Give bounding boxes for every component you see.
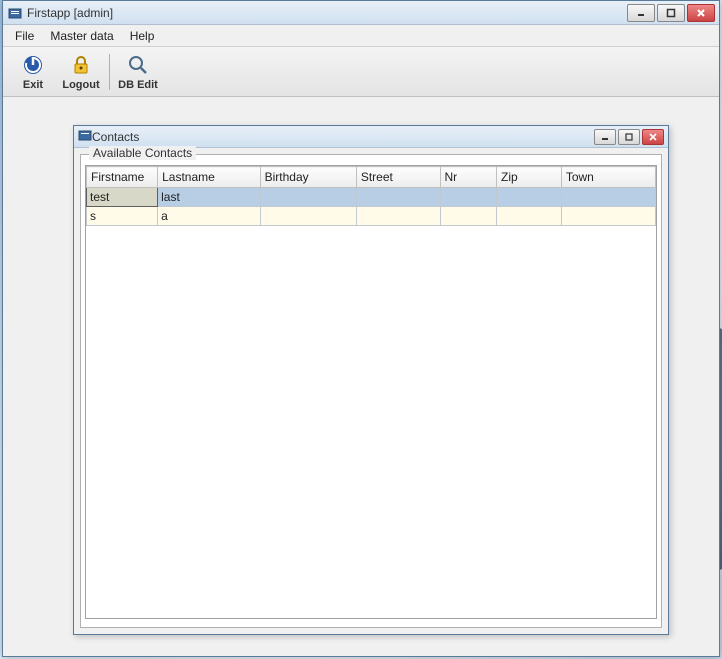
cell-zip[interactable] [496, 207, 561, 226]
client-area: Contacts Available Contacts [3, 97, 719, 656]
cell-nr[interactable] [440, 207, 496, 226]
contacts-window: Contacts Available Contacts [73, 125, 669, 635]
menu-master-data[interactable]: Master data [42, 27, 121, 45]
contacts-close-button[interactable] [642, 129, 664, 145]
cell-lastname[interactable]: a [158, 207, 261, 226]
cell-street[interactable] [356, 207, 440, 226]
col-street[interactable]: Street [356, 167, 440, 188]
menu-help[interactable]: Help [122, 27, 163, 45]
maximize-button[interactable] [657, 4, 685, 22]
col-town[interactable]: Town [561, 167, 655, 188]
logout-label: Logout [62, 79, 99, 91]
main-window: Firstapp [admin] File Master data Help E… [2, 0, 720, 657]
contacts-maximize-button[interactable] [618, 129, 640, 145]
db-edit-button[interactable]: DB Edit [114, 49, 162, 95]
contacts-window-icon [78, 128, 92, 145]
cell-birthday[interactable] [260, 207, 356, 226]
col-firstname[interactable]: Firstname [87, 167, 158, 188]
db-edit-label: DB Edit [118, 79, 158, 91]
cell-zip[interactable] [496, 188, 561, 207]
cell-birthday[interactable] [260, 188, 356, 207]
cell-lastname[interactable]: last [158, 188, 261, 207]
contacts-window-title: Contacts [92, 130, 594, 144]
contacts-titlebar[interactable]: Contacts [74, 126, 668, 148]
contacts-table-wrap: Firstname Lastname Birthday Street Nr Zi… [85, 165, 657, 619]
main-titlebar[interactable]: Firstapp [admin] [3, 1, 719, 25]
col-lastname[interactable]: Lastname [158, 167, 261, 188]
cell-street[interactable] [356, 188, 440, 207]
app-icon [7, 5, 23, 21]
close-button[interactable] [687, 4, 715, 22]
contacts-table[interactable]: Firstname Lastname Birthday Street Nr Zi… [86, 166, 656, 226]
exit-button[interactable]: Exit [9, 49, 57, 95]
table-row[interactable]: s a [87, 207, 656, 226]
exit-label: Exit [23, 79, 43, 91]
table-row[interactable]: test last [87, 188, 656, 207]
toolbar: Exit Logout DB Edit [3, 47, 719, 97]
cell-firstname[interactable]: test [87, 188, 158, 207]
cell-town[interactable] [561, 188, 655, 207]
logout-button[interactable]: Logout [57, 49, 105, 95]
main-window-controls [627, 4, 715, 22]
cell-firstname[interactable]: s [87, 207, 158, 226]
contacts-window-controls [594, 129, 664, 145]
menu-file[interactable]: File [7, 27, 42, 45]
contacts-minimize-button[interactable] [594, 129, 616, 145]
col-zip[interactable]: Zip [496, 167, 561, 188]
col-nr[interactable]: Nr [440, 167, 496, 188]
toolbar-separator [109, 54, 110, 90]
cell-nr[interactable] [440, 188, 496, 207]
col-birthday[interactable]: Birthday [260, 167, 356, 188]
lock-icon [69, 53, 93, 77]
main-window-title: Firstapp [admin] [27, 6, 627, 20]
magnifier-icon [126, 53, 150, 77]
minimize-button[interactable] [627, 4, 655, 22]
group-box-label: Available Contacts [89, 146, 196, 160]
menubar: File Master data Help [3, 25, 719, 47]
cell-town[interactable] [561, 207, 655, 226]
table-header-row: Firstname Lastname Birthday Street Nr Zi… [87, 167, 656, 188]
power-icon [21, 53, 45, 77]
available-contacts-group: Available Contacts Firstname Lastname Bi… [80, 154, 662, 628]
